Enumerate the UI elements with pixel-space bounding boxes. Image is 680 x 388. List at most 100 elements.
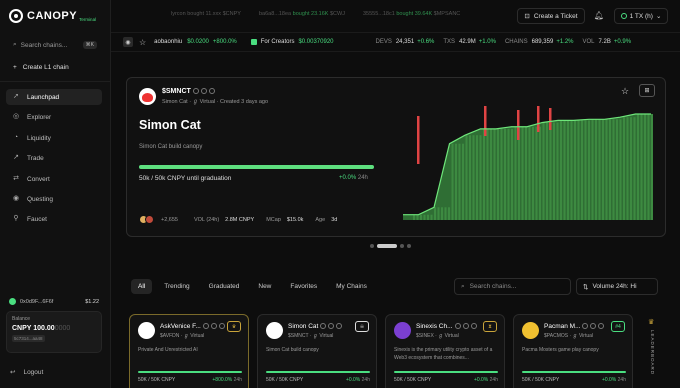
stat-user-price: $0.0200 [187, 39, 209, 45]
price-bar [497, 128, 499, 220]
sidebar-item-liquidity[interactable]: ◔ Liquidity [6, 130, 102, 146]
price-bar [500, 128, 503, 220]
sort-select[interactable]: ⇅ Volume 24h: Hi [576, 278, 658, 295]
trophy-icon: ♛ [648, 319, 655, 326]
price-bar [465, 135, 468, 220]
sort-icon: ⇅ [583, 283, 589, 291]
featured-chain-card[interactable]: $SMNCT Simon Cat · ℊ Virtual · Created 3… [126, 77, 666, 237]
price-bar [535, 126, 538, 220]
stat-chains-change: +1.2% [556, 39, 574, 45]
price-bar [567, 120, 569, 220]
balance-address: 5c7314...aa48 [12, 335, 96, 342]
sell-spike [537, 106, 540, 132]
create-ticket-button[interactable]: ⊡ Create a Ticket [517, 8, 585, 24]
chain-card[interactable]: Simon Cat $SMNCT · ℊ Virtual ☠ Simon Cat… [257, 314, 377, 388]
sidebar-item-questing[interactable]: ◉ Questing [6, 191, 102, 207]
sidebar-item-convert[interactable]: ⇄ Convert [6, 171, 102, 187]
price-bar [577, 120, 580, 220]
sidebar-item-trade[interactable]: ↗ Trade [6, 150, 102, 166]
stats-bar: ◉ ☆ aobaonhiu $0.0200 +800.0% For Creato… [111, 32, 680, 52]
copy-address-chip[interactable]: 5c7314...aa48 [12, 335, 45, 342]
wallet-panel: 0x0d9F...6F6f $1.22 Balance CNPY 100.000… [6, 296, 102, 360]
price-bar [556, 122, 559, 220]
price-bar [458, 143, 461, 220]
chain-search-input[interactable]: ⌕ Search chains... [454, 278, 571, 295]
leaderboard-label: LEADERBOARD [650, 330, 655, 376]
balance-label: Balance [12, 316, 31, 322]
sort-label: Volume 24h: Hi [592, 283, 637, 290]
chain-progress-bar [138, 371, 242, 373]
filter-tab-graduated[interactable]: Graduated [202, 279, 247, 294]
canopy-logo-icon [9, 9, 23, 23]
price-bar [637, 114, 639, 220]
app-logo[interactable]: CANOPY Terminal [9, 9, 96, 23]
badge-icon [200, 88, 207, 94]
filter-tab-favorites[interactable]: Favorites [283, 279, 324, 294]
chain-description: Private And Unrestricted AI [138, 347, 198, 353]
carousel-dots[interactable] [370, 244, 411, 248]
price-bar [581, 120, 583, 220]
chain-progress-bar [522, 371, 626, 373]
sidebar-item-explorer[interactable]: ◎ Explorer [6, 109, 102, 125]
price-bar [521, 126, 524, 220]
stat-creators-label[interactable]: For Creators [261, 39, 295, 45]
stat-txs-value: 42.9M [459, 39, 476, 45]
price-bar [507, 128, 510, 220]
filter-tab-new[interactable]: New [251, 279, 278, 294]
chain-card[interactable]: Pacman M... $PACMOS · ℊ Virtual #4 Pacma… [513, 314, 633, 388]
rocket-icon: ➚ [13, 93, 19, 100]
price-bar [619, 119, 622, 220]
price-bar [441, 207, 443, 220]
app-name: CANOPY [27, 10, 78, 22]
featured-description: Simon Cat build canopy [139, 144, 203, 150]
chain-avatar [138, 322, 155, 339]
skull-icon: ☠ [355, 321, 369, 332]
app-subname: Terminal [79, 16, 97, 22]
create-chain-button[interactable]: + Create L1 chain [8, 59, 102, 75]
star-icon[interactable]: ☆ [139, 38, 146, 47]
filter-tab-trending[interactable]: Trending [157, 279, 196, 294]
ticker-item: 35555...18c1 bought 39.64K $MPSANC [363, 11, 461, 17]
stat-vol-label: VOL [582, 39, 595, 45]
drop-icon: ◔ [13, 134, 19, 141]
balance-card: Balance CNPY 100.000000 5c7314...aa48 [6, 311, 102, 353]
share-icon[interactable]: ⊞ [639, 84, 655, 97]
vol-value: 2.8M CNPY [225, 216, 255, 223]
hourglass-icon: ⧗ [483, 321, 497, 332]
wallet-balance-usd: $1.22 [85, 298, 99, 305]
sidebar-search[interactable]: ⌕ Search chains... ⌘K [8, 37, 102, 53]
stat-chains-label: CHAINS [504, 39, 528, 45]
wallet-header[interactable]: 0x0d9F...6F6f $1.22 [6, 296, 102, 307]
sidebar-item-label: Launchpad [27, 93, 60, 101]
stat-user[interactable]: aobaonhiu [154, 39, 182, 45]
chain-card[interactable]: Sinexis Ch... $SINEX · ℊ Virtual ⧗ Sinex… [385, 314, 505, 388]
price-bar [490, 128, 492, 220]
logout-button[interactable]: ↩ Logout [10, 368, 43, 377]
price-bar [448, 207, 450, 220]
filter-tab-all[interactable]: All [131, 279, 153, 294]
price-bar [616, 119, 618, 220]
favorite-star-icon[interactable]: ☆ [621, 86, 629, 97]
price-bar [476, 135, 478, 220]
globe-icon: ◎ [12, 113, 20, 120]
price-bar [553, 122, 555, 220]
crown-icon: ♛ [227, 321, 241, 332]
sidebar-item-label: Convert [27, 175, 50, 183]
chain-card[interactable]: AskVenice F... $AVFDN · ℊ Virtual ♛ Priv… [129, 314, 249, 388]
sidebar-item-label: Liquidity [27, 134, 51, 142]
virtual-icon: ℊ [192, 99, 199, 105]
sell-spike [549, 108, 552, 130]
price-bar [430, 214, 433, 220]
sidebar-item-faucet[interactable]: ⚲ Faucet [6, 211, 102, 227]
price-bar [514, 126, 517, 220]
bell-icon[interactable]: 🔔︎ [592, 9, 606, 23]
tx-rate-select[interactable]: 1 TX (h) ⌄ [614, 8, 668, 24]
filter-tab-my-chains[interactable]: My Chains [329, 279, 374, 294]
sidebar-item-launchpad[interactable]: ➚ Launchpad [6, 89, 102, 105]
featured-meta: Simon Cat · ℊ Virtual · Created 3 days a… [162, 99, 269, 105]
eye-icon[interactable]: ◉ [123, 37, 133, 47]
price-bar [609, 119, 611, 220]
chain-avatar [139, 88, 156, 105]
age-label: Age [315, 216, 326, 223]
price-bar [532, 126, 534, 220]
